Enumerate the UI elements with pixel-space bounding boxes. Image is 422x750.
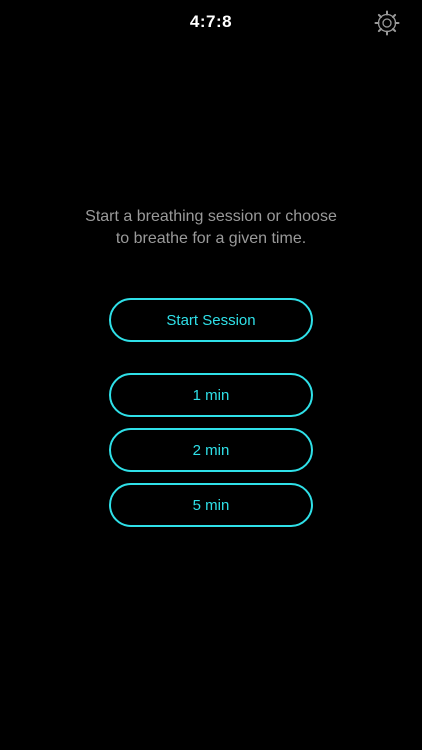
start-session-label: Start Session bbox=[166, 311, 256, 329]
start-session-button[interactable]: Start Session bbox=[109, 298, 313, 342]
duration-label: 2 min bbox=[192, 441, 230, 459]
duration-2-min-button[interactable]: 2 min bbox=[109, 428, 313, 472]
gear-icon bbox=[374, 10, 400, 36]
duration-5-min-button[interactable]: 5 min bbox=[109, 483, 313, 527]
app-title: 4:7:8 bbox=[189, 12, 233, 31]
duration-1-min-button[interactable]: 1 min bbox=[109, 373, 313, 417]
duration-label: 1 min bbox=[192, 386, 230, 404]
intro-text: Start a breathing session or choose to b… bbox=[85, 208, 337, 247]
settings-button[interactable] bbox=[374, 10, 400, 36]
duration-label: 5 min bbox=[192, 496, 230, 514]
